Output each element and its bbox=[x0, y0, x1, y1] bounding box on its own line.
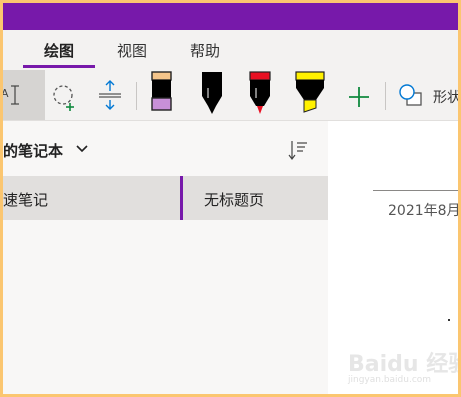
ribbon-divider bbox=[136, 82, 137, 110]
pen-red-icon bbox=[249, 71, 271, 114]
lasso-select-add-icon bbox=[53, 85, 74, 111]
page-item[interactable]: 无标题页 bbox=[180, 176, 328, 220]
pen-pink-button[interactable] bbox=[145, 70, 181, 120]
text-select-icon: A bbox=[3, 85, 19, 105]
tab-draw[interactable]: 绘图 bbox=[41, 40, 77, 64]
section-item[interactable]: 速笔记 bbox=[3, 176, 180, 220]
svg-text:A: A bbox=[3, 87, 9, 100]
page-list: 无标题页 bbox=[180, 176, 329, 394]
watermark-url: jingyan.baidu.com bbox=[348, 375, 432, 385]
sort-icon[interactable] bbox=[287, 139, 309, 161]
selected-page-indicator bbox=[180, 176, 183, 220]
insert-space-button[interactable] bbox=[91, 70, 131, 120]
section-list: 速笔记 bbox=[3, 176, 181, 394]
ribbon-tabs: 绘图 视图 帮助 bbox=[3, 30, 458, 70]
draw-ribbon: A 形状 bbox=[3, 70, 458, 121]
lasso-select-button[interactable] bbox=[45, 70, 85, 120]
active-tab-indicator bbox=[23, 65, 95, 68]
notebook-header: 的笔记本 bbox=[3, 121, 328, 176]
highlighter-yellow-icon bbox=[295, 71, 325, 113]
page-date: 2021年8月 bbox=[388, 203, 458, 219]
text-select-button[interactable]: A bbox=[3, 70, 45, 120]
tab-help[interactable]: 帮助 bbox=[187, 40, 223, 64]
add-pen-button[interactable] bbox=[343, 70, 377, 120]
ribbon-divider bbox=[385, 82, 386, 110]
pen-red-button[interactable] bbox=[243, 70, 279, 120]
section-label: 速笔记 bbox=[3, 191, 49, 209]
add-pen-icon bbox=[349, 87, 369, 107]
pen-pink-icon bbox=[151, 71, 172, 111]
pen-black-button[interactable] bbox=[195, 70, 231, 120]
chevron-down-icon[interactable] bbox=[75, 142, 89, 156]
ink-dot bbox=[448, 319, 450, 321]
app-window: 绘图 视图 帮助 A 形状 的笔记本 速笔记 无标题页 2021年8月 Baid… bbox=[3, 3, 458, 394]
page-label: 无标题页 bbox=[204, 191, 265, 209]
insert-space-icon bbox=[99, 80, 121, 110]
pen-black-icon bbox=[202, 72, 222, 114]
tab-view[interactable]: 视图 bbox=[114, 40, 150, 64]
page-title-underline bbox=[373, 190, 458, 191]
watermark-logo: Baidu 经验 bbox=[348, 352, 458, 377]
page-canvas[interactable]: 2021年8月 Baidu 经验 jingyan.baidu.com bbox=[328, 121, 458, 394]
notebook-title[interactable]: 的笔记本 bbox=[3, 140, 63, 161]
title-bar bbox=[3, 3, 458, 30]
highlighter-yellow-button[interactable] bbox=[291, 70, 331, 120]
shapes-label: 形状 bbox=[433, 90, 458, 106]
shapes-icon bbox=[399, 84, 422, 106]
